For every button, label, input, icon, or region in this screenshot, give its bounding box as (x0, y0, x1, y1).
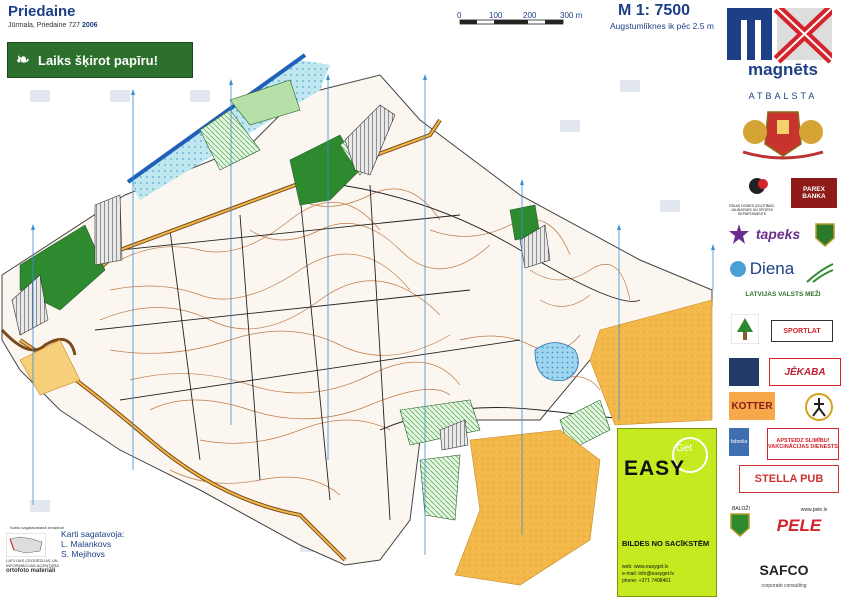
map-title: Priedaine (8, 3, 76, 20)
contour-interval: Augstumlīknes ik pēc 2.5 m (610, 21, 714, 31)
ad-tagline: BILDES NO SACĪKSTĒM (622, 539, 710, 548)
map-year: 2006 (81, 22, 98, 29)
scale-label-300: 300 m (560, 11, 583, 20)
ad-brand: EASY (624, 457, 686, 480)
ad-phone: phone: +371 7408461 (622, 578, 671, 584)
ad-email: e-mail: info@easyget.lv (622, 571, 675, 577)
pele-url: www.pele.lv (800, 507, 828, 513)
author-1: S. Mejihovs (61, 549, 105, 559)
tapeks-logo: tapeks (755, 226, 801, 242)
diena-logo: Diena (749, 259, 795, 278)
magnets-wordmark: magnēts (748, 60, 818, 79)
fabrelia-logo: fabrelia (729, 428, 749, 456)
scale-bar (459, 19, 564, 25)
diena-globe-icon (730, 261, 746, 277)
map-scale: M 1: 7500 (618, 2, 691, 19)
balozi-coat-icon (730, 513, 750, 538)
scale-label-0: 0 (457, 11, 462, 20)
riga-coat-of-arms-icon (733, 104, 833, 162)
jurmala-coat-icon (815, 223, 835, 248)
agency-line-3: ortofoto materiāli (6, 568, 56, 574)
balozi-label: BALOŽI (732, 506, 750, 512)
leaf-icon: ❧ (16, 52, 30, 69)
prepared-label: Karti sagatavoja: (61, 529, 125, 539)
tapeks-star-icon (729, 224, 749, 244)
place-label: Jūrmala, Priedaine (8, 22, 67, 29)
scale-label-100: 100 (489, 11, 503, 20)
pele-logo: PELE (776, 516, 822, 535)
lvm-logo: LATVIJAS VALSTS MEŽI (745, 290, 821, 298)
latvia-map-icon (6, 533, 46, 557)
lvm-tree-icon (806, 263, 834, 283)
riga-education-logo (749, 178, 768, 194)
tree-of-life-icon (731, 314, 759, 344)
easyget-ad: EASY Get BILDES NO SACĪKSTĒM web: www.ea… (617, 428, 717, 597)
author-0: L. Malankovs (61, 539, 112, 549)
safco-tagline: corporate consulting (761, 583, 807, 589)
stella-pub-logo: STELLA PUB (739, 465, 839, 493)
banner-text: Laiks šķirot papīru! (38, 52, 158, 68)
ad-web: web: www.easyget.lv (622, 564, 669, 570)
recycling-banner: ❧ Laiks šķirot papīru! (7, 42, 193, 78)
vakcinacijas-logo: APSTEIDZ SLIMĪBU! VAKCINĀCIJAS DIENESTS (767, 428, 839, 460)
sponsor-photo-icon (729, 358, 759, 386)
supports-label: ATBALSTA (748, 91, 818, 101)
sportlat-logo: SPORTLAT (771, 320, 833, 342)
ad-superscript: Get (676, 443, 693, 454)
sponsor-sidebar: magnēts ATBALSTA RĪGAS DOMES IZGLĪTĪBAS,… (719, 0, 847, 600)
parex-banka-logo: PAREX BANKA (791, 178, 837, 208)
safco-logo: SAFCO (759, 562, 809, 578)
kotter-logo: KOTTER (729, 392, 775, 420)
map-subtitle: Jūrmala, Priedaine 727 2006 (8, 22, 98, 29)
ad-contact: web: www.easyget.lv e-mail: info@easyget… (622, 564, 674, 585)
jekaba-logo: JĒKABA (769, 358, 841, 386)
scale-label-200: 200 (523, 11, 537, 20)
runner-icon (805, 393, 833, 421)
riga-education-label: RĪGAS DOMES IZGLĪTĪBAS, JAUNATNES UN SPO… (729, 204, 775, 216)
map-code: 727 (68, 22, 81, 29)
prepared-by: Karti sagatavoja: L. Malankovs S. Mejiho… (61, 529, 141, 559)
map-credits: Karšu sagatavošanā izmantoti LATVIJAS ĢE… (6, 525, 124, 574)
